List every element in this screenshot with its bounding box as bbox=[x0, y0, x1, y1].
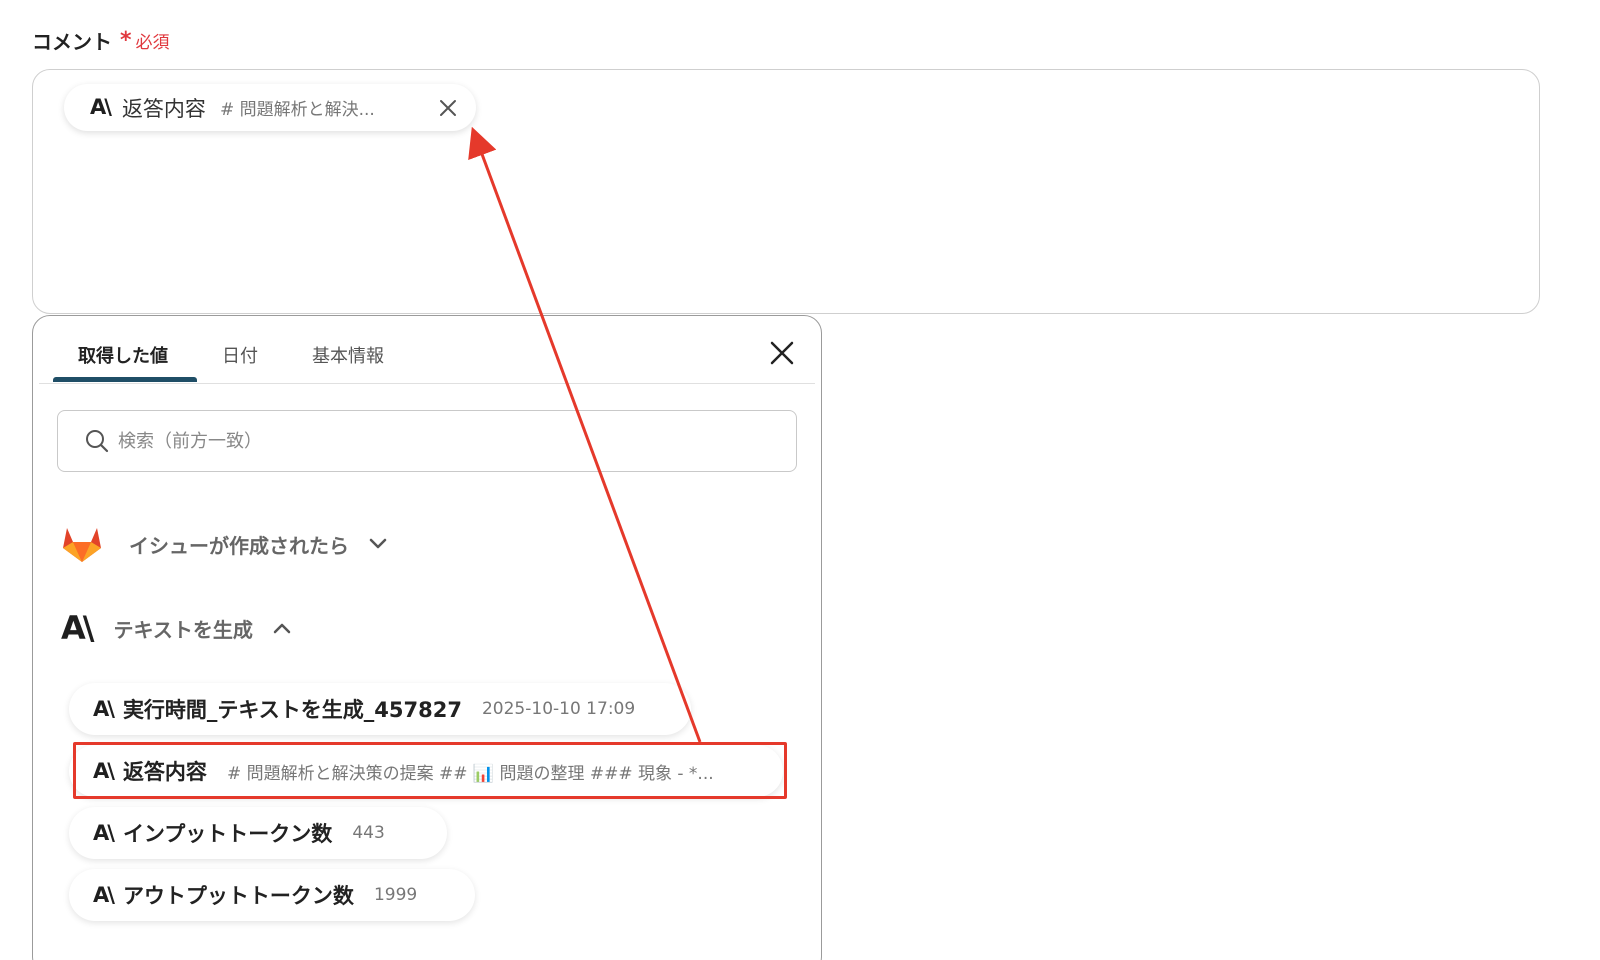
comment-field-label: コメント * 必須 bbox=[32, 26, 170, 55]
chevron-up-icon bbox=[273, 623, 291, 634]
list-item-input-tokens[interactable]: A\ インプットトークン数 443 bbox=[69, 807, 447, 859]
required-text: 必須 bbox=[135, 33, 170, 53]
close-icon[interactable] bbox=[769, 340, 795, 366]
search-input[interactable] bbox=[118, 430, 758, 452]
item-value: 2025-10-10 17:09 bbox=[481, 699, 636, 719]
tab-date[interactable]: 日付 bbox=[222, 342, 258, 368]
label-text: コメント bbox=[32, 30, 112, 54]
item-value: 1999 bbox=[373, 885, 418, 905]
item-title: インプットトークン数 bbox=[122, 822, 333, 846]
list-item-response-content[interactable]: A\ 返答内容 # 問題解析と解決策の提案 ## 📊 問題の整理 ### 現象 … bbox=[69, 745, 783, 797]
list-item-execution-time[interactable]: A\ 実行時間_テキストを生成_457827 2025-10-10 17:09 bbox=[69, 683, 691, 735]
chip-preview: # 問題解析と解決... bbox=[219, 100, 375, 120]
list-item-output-tokens[interactable]: A\ アウトプットトークン数 1999 bbox=[69, 869, 475, 921]
anthropic-logo-icon: A\ bbox=[93, 882, 115, 907]
anthropic-logo-icon: A\ bbox=[61, 609, 94, 647]
group-title: イシューが作成されたら bbox=[129, 533, 349, 558]
chip-title: 返答内容 bbox=[121, 96, 206, 121]
chevron-down-icon bbox=[369, 538, 387, 549]
search-box bbox=[57, 410, 797, 472]
tab-basic-info[interactable]: 基本情報 bbox=[312, 342, 384, 368]
tab-divider bbox=[39, 383, 815, 384]
item-value: 443 bbox=[352, 823, 385, 843]
group-title: テキストを生成 bbox=[113, 617, 253, 642]
item-title: アウトプットトークン数 bbox=[122, 884, 354, 908]
anthropic-logo-icon: A\ bbox=[93, 696, 115, 721]
active-tab-indicator bbox=[53, 377, 197, 382]
inserted-variable-chip[interactable]: A\ 返答内容 # 問題解析と解決... bbox=[64, 84, 476, 131]
item-value: # 問題解析と解決策の提案 ## 📊 問題の整理 ### 現象 - *... bbox=[226, 763, 714, 784]
search-icon bbox=[86, 430, 109, 453]
required-star: * bbox=[120, 28, 132, 53]
anthropic-logo-icon: A\ bbox=[93, 820, 115, 845]
group-issue-created[interactable]: イシューが作成されたら bbox=[61, 524, 387, 564]
item-title: 実行時間_テキストを生成_457827 bbox=[122, 698, 462, 722]
gitlab-fox-icon bbox=[63, 528, 101, 562]
anthropic-logo-icon: A\ bbox=[93, 758, 115, 783]
close-icon[interactable] bbox=[438, 98, 458, 118]
tab-acquired-values[interactable]: 取得した値 bbox=[78, 342, 168, 368]
item-title: 返答内容 bbox=[122, 760, 207, 784]
group-generate-text[interactable]: A\ テキストを生成 bbox=[61, 612, 291, 644]
variable-picker-panel: 取得した値 日付 基本情報 イシューが作成されたら A\ テキストを生成 bbox=[32, 315, 822, 960]
anthropic-logo-icon: A\ bbox=[90, 95, 112, 119]
